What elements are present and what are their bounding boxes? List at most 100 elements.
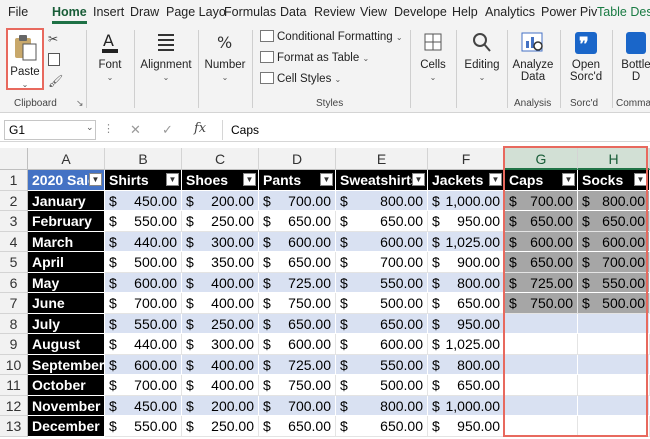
tab-review[interactable]: Review [314,0,355,24]
table-cell[interactable]: $450.00 [105,190,182,211]
table-cell[interactable]: $400.00 [182,293,259,314]
table-cell[interactable]: $500.00 [336,375,428,396]
table-cell[interactable]: $700.00 [259,395,336,416]
table-cell[interactable] [578,375,650,396]
more-icon[interactable]: ⋮ [103,122,114,135]
column-header-g[interactable]: G [505,148,578,170]
table-cell[interactable]: $650.00 [336,416,428,437]
table-cell[interactable]: $440.00 [105,334,182,355]
table-cell[interactable]: $650.00 [505,252,578,273]
table-cell[interactable]: $450.00 [105,395,182,416]
number-button[interactable]: % Number ⌄ [202,30,248,83]
table-header-cell[interactable]: Pants ▼ [259,170,336,191]
cancel-icon[interactable]: ✕ [130,122,141,138]
table-cell[interactable] [505,313,578,334]
table-cell[interactable]: $650.00 [428,293,505,314]
paste-button[interactable]: Paste ⌄ [6,28,44,90]
month-cell[interactable]: February [28,211,105,232]
table-cell[interactable]: $550.00 [578,272,650,293]
month-cell[interactable]: May [28,272,105,293]
column-header-f[interactable]: F [428,148,505,170]
table-cell[interactable]: $750.00 [259,375,336,396]
table-header-cell[interactable]: 2020 Sale ▼ [28,170,105,191]
row-header-10[interactable]: 10 [0,354,28,375]
cells-button[interactable]: Cells ⌄ [416,30,450,83]
column-header-b[interactable]: B [105,148,182,170]
table-cell[interactable] [505,416,578,437]
filter-dropdown-icon[interactable]: ▼ [89,173,102,186]
table-cell[interactable]: $600.00 [336,334,428,355]
table-cell[interactable]: $1,025.00 [428,334,505,355]
tab-analytics[interactable]: Analytics [485,0,535,24]
month-cell[interactable]: December [28,416,105,437]
table-cell[interactable]: $650.00 [259,252,336,273]
filter-dropdown-icon[interactable]: ▼ [243,173,256,186]
alignment-button[interactable]: Alignment ⌄ [138,30,194,83]
table-cell[interactable]: $200.00 [182,190,259,211]
row-header-8[interactable]: 8 [0,313,28,334]
insert-function-icon[interactable]: fx [194,121,206,136]
table-cell[interactable] [505,375,578,396]
table-cell[interactable]: $650.00 [259,211,336,232]
table-cell[interactable]: $950.00 [428,416,505,437]
filter-dropdown-icon[interactable]: ▼ [489,173,502,186]
table-cell[interactable]: $250.00 [182,211,259,232]
row-header-5[interactable]: 5 [0,252,28,273]
tab-power-piv[interactable]: Power Piv [541,0,597,24]
row-header-9[interactable]: 9 [0,334,28,355]
table-cell[interactable]: $650.00 [259,416,336,437]
table-cell[interactable]: $725.00 [259,354,336,375]
table-cell[interactable]: $725.00 [259,272,336,293]
table-cell[interactable]: $650.00 [259,313,336,334]
month-cell[interactable]: July [28,313,105,334]
table-cell[interactable]: $1,000.00 [428,395,505,416]
table-cell[interactable]: $600.00 [505,231,578,252]
month-cell[interactable]: January [28,190,105,211]
table-cell[interactable]: $900.00 [428,252,505,273]
filter-dropdown-icon[interactable]: ▼ [634,173,647,186]
table-cell[interactable] [505,334,578,355]
table-cell[interactable]: $650.00 [578,211,650,232]
format-as-table-button[interactable]: Format as Table ⌄ [260,51,369,64]
table-cell[interactable] [578,416,650,437]
filter-dropdown-icon[interactable]: ▼ [412,173,425,186]
table-cell[interactable] [505,395,578,416]
table-cell[interactable]: $725.00 [505,272,578,293]
tab-table-des[interactable]: Table Des [597,0,650,24]
table-cell[interactable]: $200.00 [182,395,259,416]
table-cell[interactable]: $650.00 [336,211,428,232]
editing-button[interactable]: Editing ⌄ [460,30,504,83]
table-cell[interactable] [505,354,578,375]
table-cell[interactable]: $1,025.00 [428,231,505,252]
column-header-c[interactable]: C [182,148,259,170]
tab-view[interactable]: View [360,0,387,24]
table-header-cell[interactable]: Socks ▼ [578,170,650,191]
table-cell[interactable]: $550.00 [105,211,182,232]
dialog-launcher-icon[interactable]: ↘ [76,98,84,109]
cut-icon[interactable]: ✂ [48,32,58,46]
column-header-e[interactable]: E [336,148,428,170]
month-cell[interactable]: August [28,334,105,355]
filter-dropdown-icon[interactable]: ▼ [166,173,179,186]
table-cell[interactable]: $600.00 [105,272,182,293]
column-header-h[interactable]: H [578,148,650,170]
table-cell[interactable]: $550.00 [105,313,182,334]
table-cell[interactable]: $600.00 [336,231,428,252]
table-cell[interactable]: $600.00 [259,231,336,252]
month-cell[interactable]: September [28,354,105,375]
month-cell[interactable]: April [28,252,105,273]
table-cell[interactable]: $600.00 [578,231,650,252]
tab-file[interactable]: File [8,0,28,24]
table-cell[interactable]: $650.00 [336,313,428,334]
table-cell[interactable]: $400.00 [182,375,259,396]
name-box[interactable]: G1 [4,120,96,140]
table-cell[interactable]: $750.00 [505,293,578,314]
row-header-11[interactable]: 11 [0,375,28,396]
month-cell[interactable]: March [28,231,105,252]
table-cell[interactable]: $1,000.00 [428,190,505,211]
table-cell[interactable] [578,313,650,334]
open-sorcd-button[interactable]: ❞ Open Sorc'd [564,30,608,83]
formula-input[interactable]: Caps [222,120,650,140]
tab-develope[interactable]: Develope [394,0,447,24]
table-cell[interactable]: $300.00 [182,231,259,252]
